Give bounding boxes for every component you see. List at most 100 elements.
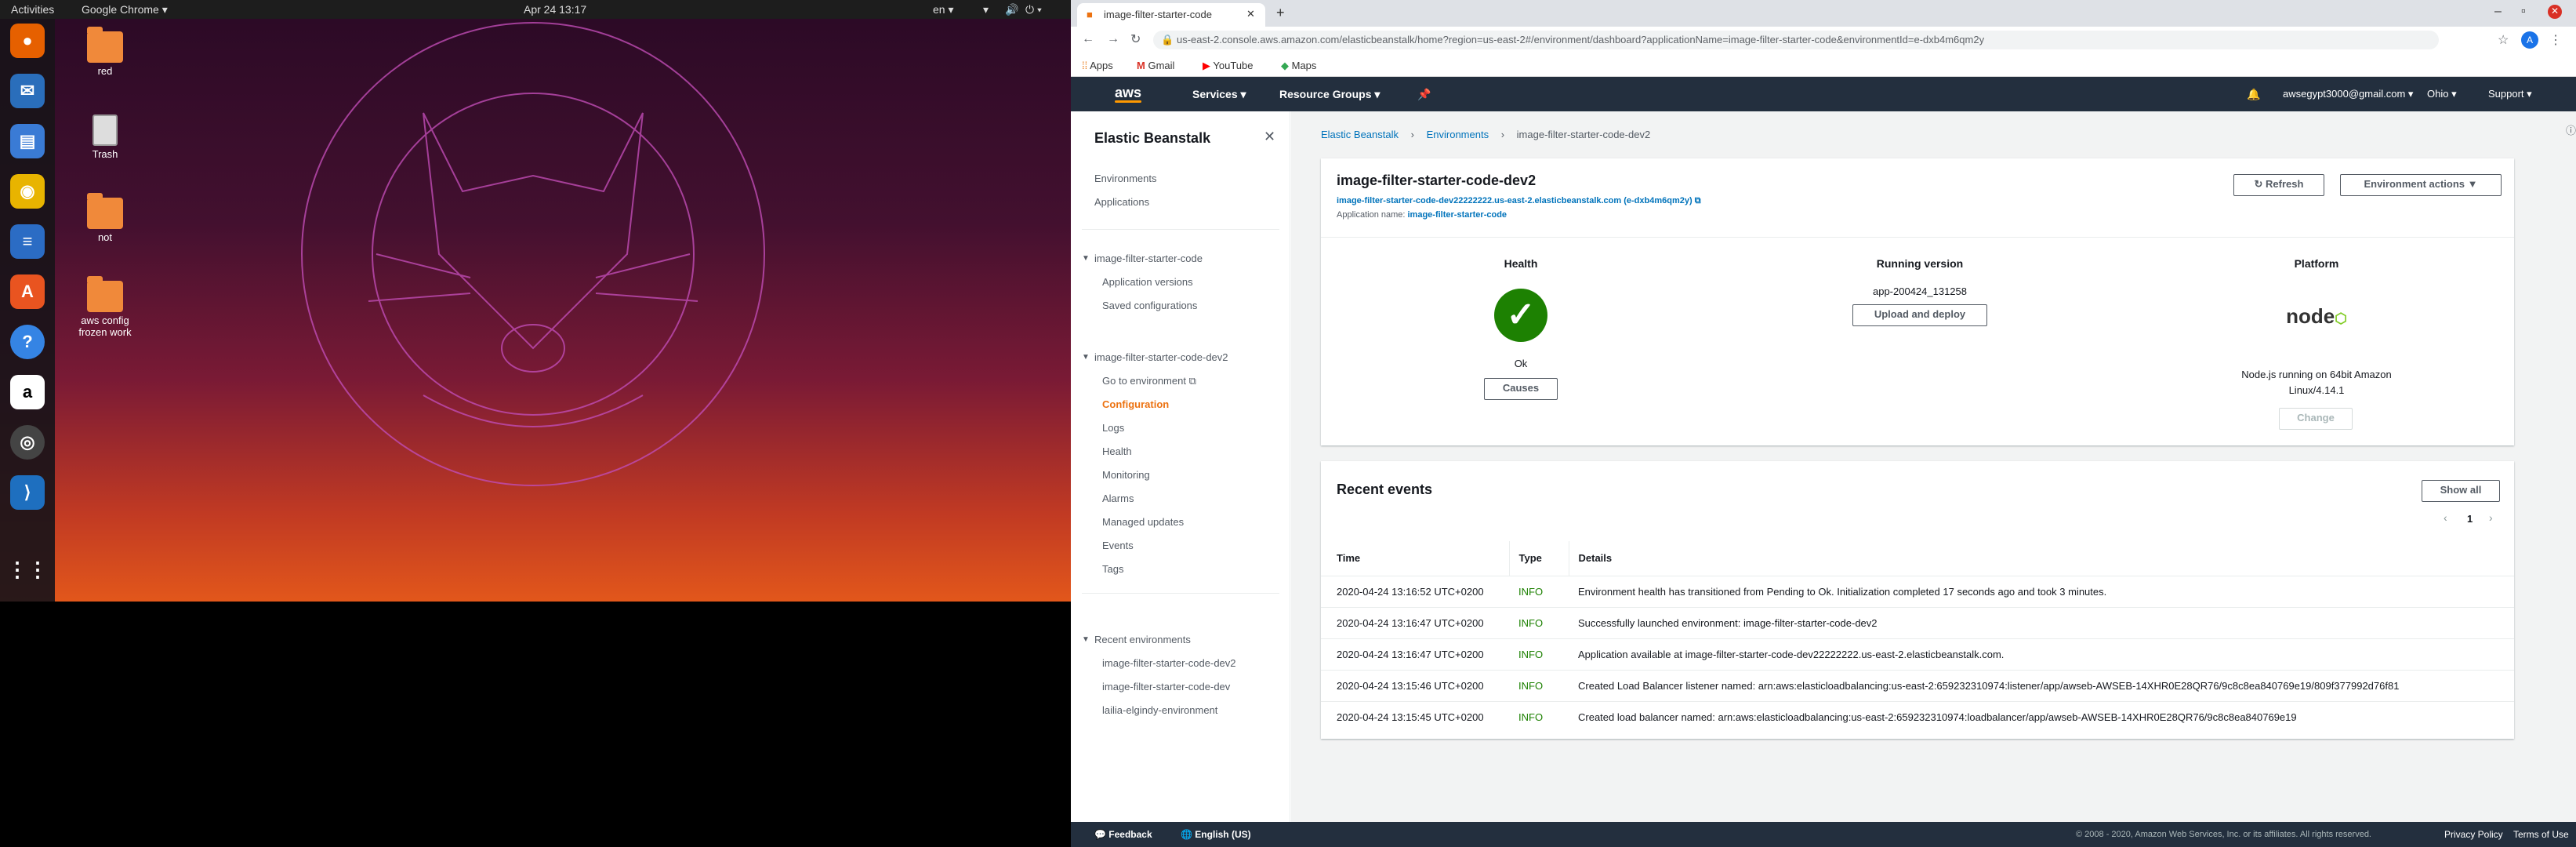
- causes-button[interactable]: Causes: [1484, 378, 1558, 400]
- support-menu[interactable]: Support ▾: [2488, 88, 2532, 100]
- sidebar-item-saved-configs[interactable]: Saved configurations: [1102, 300, 1197, 311]
- column-header-time[interactable]: Time: [1321, 541, 1509, 576]
- address-bar[interactable]: 🔒 us-east-2.console.aws.amazon.com/elast…: [1153, 31, 2439, 49]
- profile-avatar[interactable]: A: [2521, 31, 2538, 49]
- breadcrumb-item[interactable]: Environments: [1427, 129, 1489, 140]
- event-type: INFO: [1518, 711, 1544, 723]
- bell-icon[interactable]: 🔔: [2247, 88, 2260, 101]
- bookmark-maps[interactable]: ◆ Maps: [1281, 60, 1316, 72]
- sidebar-item-environments[interactable]: Environments: [1094, 173, 1156, 184]
- aws-logo[interactable]: aws: [1115, 85, 1141, 101]
- caret-down-icon[interactable]: ▼: [1082, 635, 1090, 644]
- environment-actions-button[interactable]: Environment actions ▼: [2340, 174, 2502, 196]
- show-apps-icon[interactable]: ⋮⋮: [7, 552, 48, 587]
- info-icon[interactable]: ⓘ: [2566, 122, 2576, 137]
- reload-icon[interactable]: ↻: [1130, 31, 1141, 47]
- firefox-icon[interactable]: ●: [10, 24, 45, 58]
- bookmark-apps[interactable]: ⁞⁞ Apps: [1082, 60, 1113, 71]
- sidebar-close-icon[interactable]: ✕: [1264, 129, 1275, 145]
- writer-icon[interactable]: ≡: [10, 224, 45, 259]
- desktop-icon-not[interactable]: not: [66, 193, 144, 243]
- desktop-icon-red[interactable]: red: [66, 27, 144, 77]
- sidebar-item-alarms[interactable]: Alarms: [1102, 493, 1134, 504]
- breadcrumb-item[interactable]: Elastic Beanstalk: [1321, 129, 1399, 140]
- sidebar-item-health[interactable]: Health: [1102, 445, 1132, 457]
- language-selector[interactable]: 🌐 English (US): [1181, 829, 1251, 840]
- terms-of-use-link[interactable]: Terms of Use: [2513, 829, 2569, 840]
- amazon-icon[interactable]: a: [10, 375, 45, 409]
- sidebar-divider: [1082, 229, 1279, 230]
- sidebar-item-configuration[interactable]: Configuration: [1102, 398, 1169, 410]
- sidebar-recent-env[interactable]: lailia-elgindy-environment: [1102, 704, 1217, 716]
- pagination-prev-icon[interactable]: ‹: [2444, 511, 2447, 524]
- event-details: Successfully launched environment: image…: [1578, 616, 1878, 629]
- pagination-next-icon[interactable]: ›: [2489, 511, 2493, 524]
- files-icon[interactable]: ▤: [10, 124, 45, 158]
- bookmark-gmail[interactable]: M Gmail: [1137, 60, 1174, 71]
- aws-favicon-icon: ■: [1087, 9, 1093, 20]
- sidebar-item-applications[interactable]: Applications: [1094, 196, 1149, 208]
- column-header-details[interactable]: Details: [1568, 541, 2514, 576]
- minimize-icon[interactable]: –: [2494, 5, 2502, 19]
- language-indicator[interactable]: en ▾: [933, 3, 954, 16]
- sidebar-item-go-to-environment[interactable]: Go to environment ⧉: [1102, 375, 1196, 387]
- power-icon[interactable]: ⏻ ▾: [1025, 3, 1042, 16]
- event-type: INFO: [1518, 679, 1544, 692]
- column-header-type[interactable]: Type: [1508, 541, 1569, 576]
- activities-button[interactable]: Activities: [11, 3, 54, 16]
- back-icon[interactable]: ←: [1082, 32, 1094, 46]
- rhythmbox-icon[interactable]: ◉: [10, 174, 45, 209]
- account-menu[interactable]: awsegypt3000@gmail.com ▾: [2283, 88, 2413, 100]
- tab-close-icon[interactable]: ✕: [1246, 8, 1255, 20]
- caret-down-icon[interactable]: ▼: [1082, 254, 1090, 263]
- bookmark-star-icon[interactable]: ☆: [2498, 32, 2509, 48]
- show-all-button[interactable]: Show all: [2422, 480, 2500, 502]
- sidebar-item-tags[interactable]: Tags: [1102, 563, 1123, 575]
- running-version-title: Running version: [1876, 257, 1964, 270]
- feedback-link[interactable]: 💬 Feedback: [1094, 829, 1152, 840]
- desktop-icon-aws-config[interactable]: aws config frozen work: [66, 276, 144, 338]
- aws-console-nav: aws Services ▾ Resource Groups ▾ 📌 🔔 aws…: [1071, 77, 2576, 111]
- caret-down-icon[interactable]: ▼: [1082, 353, 1090, 362]
- wifi-icon[interactable]: ▾: [983, 3, 989, 16]
- privacy-policy-link[interactable]: Privacy Policy: [2444, 829, 2503, 840]
- breadcrumb-current: image-filter-starter-code-dev2: [1516, 129, 1651, 140]
- environment-url-link[interactable]: image-filter-starter-code-dev22222222.us…: [1337, 196, 1701, 206]
- sidebar-item-monitoring[interactable]: Monitoring: [1102, 469, 1150, 481]
- services-menu[interactable]: Services ▾: [1192, 88, 1246, 101]
- refresh-button[interactable]: ↻ Refresh: [2233, 174, 2324, 196]
- app-menu[interactable]: Google Chrome ▾: [82, 3, 168, 16]
- new-tab-icon[interactable]: +: [1276, 5, 1285, 21]
- maximize-icon[interactable]: ▫: [2521, 5, 2526, 19]
- table-row: 2020-04-24 13:16:47 UTC+0200 INFO Applicat…: [1321, 638, 2514, 670]
- chrome-menu-icon[interactable]: ⋮: [2549, 32, 2562, 48]
- region-menu[interactable]: Ohio ▾: [2427, 88, 2457, 100]
- sidebar-env-name[interactable]: image-filter-starter-code-dev2: [1094, 351, 1228, 363]
- sidebar-item-logs[interactable]: Logs: [1102, 422, 1124, 434]
- thunderbird-icon[interactable]: ✉: [10, 74, 45, 108]
- sidebar-item-events[interactable]: Events: [1102, 540, 1134, 551]
- folder-icon: [87, 276, 123, 312]
- sidebar-item-managed-updates[interactable]: Managed updates: [1102, 516, 1184, 528]
- clock[interactable]: Apr 24 13:17: [524, 3, 586, 16]
- application-name-link[interactable]: image-filter-starter-code: [1408, 210, 1508, 220]
- bookmark-youtube[interactable]: ▶ YouTube: [1203, 60, 1253, 72]
- sidebar-item-app-versions[interactable]: Application versions: [1102, 276, 1193, 288]
- window-close-icon[interactable]: ✕: [2548, 5, 2562, 19]
- change-platform-button[interactable]: Change: [2279, 408, 2353, 430]
- pagination-page[interactable]: 1: [2467, 513, 2473, 525]
- sidebar-recent-env[interactable]: image-filter-starter-code-dev: [1102, 681, 1230, 693]
- vscode-icon[interactable]: ⟩: [10, 475, 45, 510]
- resource-groups-menu[interactable]: Resource Groups ▾: [1279, 88, 1380, 101]
- sidebar-app-name[interactable]: image-filter-starter-code: [1094, 253, 1203, 264]
- volume-icon[interactable]: 🔊: [1005, 3, 1018, 16]
- upload-and-deploy-button[interactable]: Upload and deploy: [1852, 304, 1987, 326]
- software-icon[interactable]: A: [10, 274, 45, 309]
- forward-icon[interactable]: →: [1107, 32, 1119, 46]
- chrome-icon[interactable]: ◎: [10, 425, 45, 460]
- browser-tab[interactable]: ■ image-filter-starter-code ✕: [1077, 3, 1265, 27]
- sidebar-recent-env[interactable]: image-filter-starter-code-dev2: [1102, 657, 1236, 669]
- pin-icon[interactable]: 📌: [1417, 88, 1431, 101]
- desktop-icon-trash[interactable]: Trash: [66, 115, 144, 160]
- help-icon[interactable]: ?: [10, 325, 45, 359]
